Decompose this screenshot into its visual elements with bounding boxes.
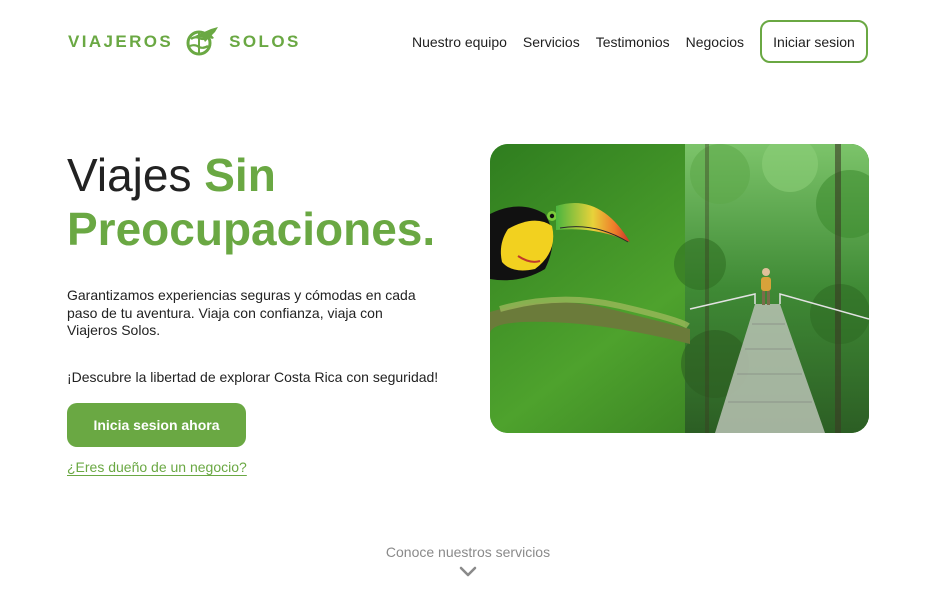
globe-airplane-icon <box>186 27 219 56</box>
hero-title: Viajes Sin Preocupaciones. <box>67 148 447 256</box>
chevron-down-icon[interactable] <box>459 566 477 578</box>
main-nav: Nuestro equipo Servicios Testimonios Neg… <box>412 20 868 63</box>
brand-logo[interactable]: VIAJEROS SOLOS <box>68 26 301 58</box>
logo-text-right: SOLOS <box>229 32 301 51</box>
login-now-button[interactable]: Inicia sesion ahora <box>67 403 246 447</box>
nav-item-nuestro-equipo[interactable]: Nuestro equipo <box>412 34 507 50</box>
hero-description: Garantizamos experiencias seguras y cómo… <box>67 287 416 338</box>
services-section: Conoce nuestros servicios <box>0 544 936 583</box>
hero-cta-text: ¡Descubre la libertad de explorar Costa … <box>67 369 439 385</box>
login-button[interactable]: Iniciar sesion <box>760 20 868 63</box>
logo-text-left: VIAJEROS <box>68 32 174 51</box>
services-label[interactable]: Conoce nuestros servicios <box>0 544 936 560</box>
hero-title-plain: Viajes <box>67 149 205 201</box>
hero-image <box>490 144 869 433</box>
nav-item-servicios[interactable]: Servicios <box>523 34 580 50</box>
nav-item-testimonios[interactable]: Testimonios <box>596 34 670 50</box>
site-header: VIAJEROS SOLOS Nuestro equipo Servicios … <box>0 0 936 84</box>
toucan-bridge-illustration <box>490 144 869 433</box>
business-owner-link[interactable]: ¿Eres dueño de un negocio? <box>67 459 247 475</box>
nav-item-negocios[interactable]: Negocios <box>686 34 744 50</box>
